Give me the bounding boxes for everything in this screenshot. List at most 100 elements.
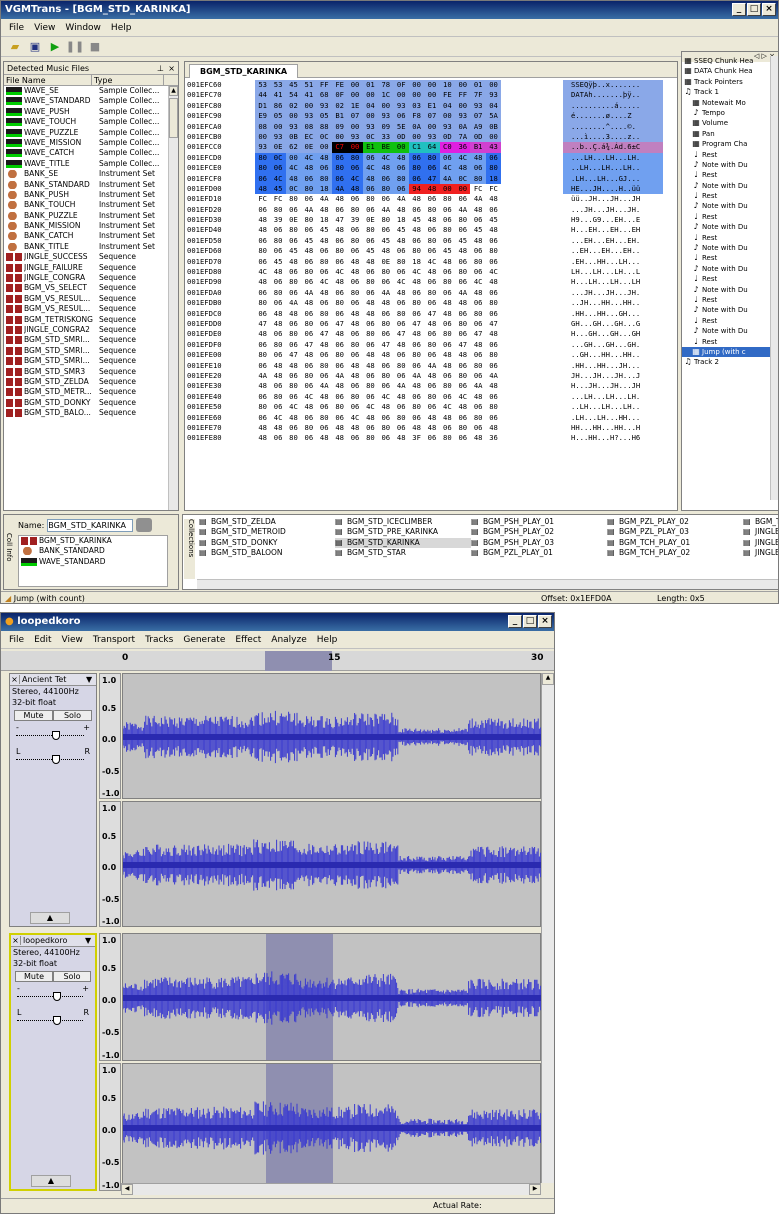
collection-item[interactable]: ▤ BGM_STD_ZELDA [199,517,335,527]
hex-byte[interactable]: 0C [316,131,332,143]
hex-byte[interactable]: 80 [301,215,316,225]
hex-byte[interactable]: 06 [470,246,485,256]
hex-byte[interactable]: 48 [317,205,332,215]
hex-byte[interactable]: 7F [470,90,486,101]
file-row[interactable]: BGM_STD_SMRI... Sequence [4,346,168,356]
hex-byte[interactable]: 80 [332,402,347,412]
hex-byte[interactable]: 06 [424,381,439,391]
hex-byte[interactable]: FC [255,194,270,204]
hex-byte[interactable]: 06 [455,257,470,267]
tree-item[interactable]: ♩ Rest [682,150,770,160]
hex-byte[interactable]: 06 [347,402,362,412]
hex-byte[interactable]: 4A [331,183,348,195]
file-row[interactable]: JINGLE_CONGRA2 Sequence [4,325,168,335]
hex-byte[interactable]: 06 [470,298,485,308]
tree-item[interactable]: ♪ Note with Du [682,222,770,232]
hex-byte[interactable]: 00 [378,100,394,112]
hex-byte[interactable]: 80 [317,257,332,267]
file-row[interactable]: BANK_PUSH Instrument Set [4,190,168,200]
hex-byte[interactable]: 48 [270,361,285,371]
collection-item[interactable]: ▤ JINGLE_1 [743,527,778,537]
hex-byte[interactable]: 06 [332,309,347,319]
hex-byte[interactable]: 00 [408,90,425,101]
hex-byte[interactable]: 06 [332,205,347,215]
hex-byte[interactable]: 36 [455,142,471,153]
hex-byte[interactable]: 00 [424,80,440,91]
hex-byte[interactable]: 06 [424,163,440,174]
hex-byte[interactable]: 4C [286,402,301,412]
hex-byte[interactable]: 06 [255,309,270,319]
hex-byte[interactable]: 5A [485,111,502,122]
hex-byte[interactable]: 00 [455,80,471,91]
hex-byte[interactable]: 00 [439,183,456,195]
collection-item[interactable]: ▤ BGM_STD_DONKY [199,538,335,548]
hex-byte[interactable]: 48 [486,225,501,235]
hex-byte[interactable]: 54 [285,90,302,101]
vertical-scrollbar[interactable]: ▲ [541,673,554,1183]
hex-byte[interactable]: 06 [455,413,470,423]
hex-byte[interactable]: 48 [455,163,471,174]
hex-byte[interactable]: FE [439,90,456,101]
hex-byte[interactable]: 07 [347,111,363,122]
file-row[interactable]: BANK_TOUCH Instrument Set [4,200,168,210]
hex-byte[interactable]: 0B [485,121,502,132]
tree-item[interactable]: ♩ Rest [682,295,770,305]
hex-byte[interactable]: 06 [270,381,285,391]
hex-byte[interactable]: 01 [362,80,379,91]
hex-byte[interactable]: 48 [378,350,393,360]
hex-byte[interactable]: 3F [409,433,424,443]
hex-byte[interactable]: 48 [363,309,378,319]
hex-byte[interactable]: 06 [286,236,301,246]
collections-scrollbar[interactable] [197,579,778,589]
hex-byte[interactable]: 48 [378,298,393,308]
hex-byte[interactable]: 80 [424,236,439,246]
hex-byte[interactable]: 93 [347,131,363,143]
hex-byte[interactable]: 0C [362,131,379,143]
hex-byte[interactable]: 48 [286,413,301,423]
file-row[interactable]: BANK_SE Instrument Set [4,169,168,179]
hex-byte[interactable]: 06 [394,423,409,433]
hex-byte[interactable]: 48 [455,402,470,412]
hex-byte[interactable]: 06 [347,163,363,174]
hex-byte[interactable]: 47 [286,350,301,360]
hex-byte[interactable]: 06 [440,423,455,433]
menu-item-generate[interactable]: Generate [183,635,225,645]
hex-byte[interactable]: F8 [408,111,425,122]
tree-scrollbar[interactable] [770,56,778,500]
hex-byte[interactable]: 4A [317,194,332,204]
ruler-selection[interactable] [265,651,332,671]
hex-byte[interactable]: 48 [440,350,455,360]
hex-byte[interactable]: 80 [332,350,347,360]
hex-byte[interactable]: 48 [470,433,485,443]
hex-byte[interactable]: C7 [331,142,348,153]
collapse-button[interactable]: ▲ [30,912,70,924]
hex-byte[interactable]: 06 [470,371,485,381]
hex-byte[interactable]: 80 [286,433,301,443]
hex-byte[interactable]: 48 [317,392,332,402]
hex-byte[interactable]: 06 [347,350,362,360]
hex-byte[interactable]: 80 [255,402,270,412]
hex-byte[interactable]: 48 [409,194,424,204]
hex-byte[interactable]: 45 [270,183,286,195]
hex-byte[interactable]: 01 [470,80,486,91]
hex-byte[interactable]: 09 [378,121,394,132]
hex-byte[interactable]: 48 [286,309,301,319]
collection-item[interactable]: ▤ BGM_PZL_PLAY_02 [607,517,743,527]
pan-slider[interactable]: LR [15,1008,91,1030]
hex-byte[interactable]: 06 [439,152,456,164]
hex-byte[interactable]: 18 [317,215,332,225]
hex-byte[interactable]: 06 [424,225,439,235]
maximize-button[interactable]: □ [523,615,537,628]
hex-byte[interactable]: 06 [255,340,270,350]
hex-byte[interactable]: 06 [332,257,347,267]
hex-byte[interactable]: 06 [363,371,378,381]
hex-byte[interactable]: 06 [394,350,409,360]
hex-byte[interactable]: 48 [347,183,363,195]
hex-byte[interactable]: 4A [301,205,316,215]
hex-byte[interactable]: 06 [424,350,439,360]
hex-byte[interactable]: 39 [347,215,362,225]
hex-byte[interactable]: 86 [270,100,286,112]
hex-byte[interactable]: 07 [470,111,486,122]
hex-byte[interactable]: 80 [486,298,501,308]
hex-byte[interactable]: 48 [255,381,270,391]
